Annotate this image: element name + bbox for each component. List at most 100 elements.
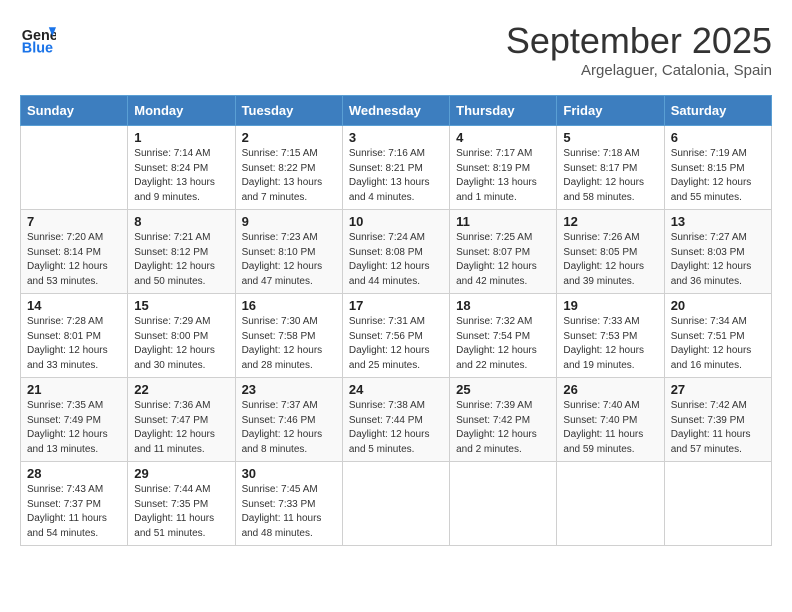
calendar-cell: 22Sunrise: 7:36 AMSunset: 7:47 PMDayligh… xyxy=(128,378,235,462)
cell-info: Sunrise: 7:31 AMSunset: 7:56 PMDaylight:… xyxy=(349,315,443,373)
day-number: 5 xyxy=(563,130,657,145)
day-number: 22 xyxy=(134,382,228,397)
calendar-cell: 27 Sunrise: 7:42 AMSunset: 7:39 PMDayligh… xyxy=(664,378,771,462)
calendar-cell: 14 Sunrise: 7:28 AMSunset: 8:01 PMDayligh… xyxy=(21,294,128,378)
location: Argelaguer, Catalonia, Spain xyxy=(506,62,772,79)
title-block: September 2025 Argelaguer, Catalonia, Sp… xyxy=(506,20,772,79)
day-number: 23 xyxy=(242,382,336,397)
calendar-cell: 4 Sunrise: 7:17 AMSunset: 8:19 PMDaylight… xyxy=(450,126,557,210)
calendar-cell: 9 Sunrise: 7:23 AMSunset: 8:10 PMDaylight… xyxy=(235,210,342,294)
calendar-cell: 8Sunrise: 7:21 AMSunset: 8:12 PMDaylight… xyxy=(128,210,235,294)
cell-info: Sunrise: 7:37 AMSunset: 7:46 PMDaylight:… xyxy=(242,399,336,457)
logo-icon: General Blue xyxy=(20,20,56,56)
weekday-header-row: SundayMondayTuesdayWednesdayThursdayFrid… xyxy=(21,96,772,126)
day-number: 18 xyxy=(456,298,550,313)
week-row-5: 28 Sunrise: 7:43 AMSunset: 7:37 PMDayligh… xyxy=(21,462,772,546)
svg-text:Blue: Blue xyxy=(22,40,53,56)
day-number: 27 xyxy=(671,382,765,397)
week-row-4: 21 Sunrise: 7:35 AMSunset: 7:49 PMDayligh… xyxy=(21,378,772,462)
day-number: 21 xyxy=(27,382,121,397)
calendar-cell: 29 Sunrise: 7:44 AMSunset: 7:35 PMDayligh… xyxy=(128,462,235,546)
calendar-cell: 28 Sunrise: 7:43 AMSunset: 7:37 PMDayligh… xyxy=(21,462,128,546)
day-number: 19 xyxy=(563,298,657,313)
cell-info: Sunrise: 7:33 AMSunset: 7:53 PMDaylight:… xyxy=(563,315,657,373)
day-number: 6 xyxy=(671,130,765,145)
calendar-cell: 30 Sunrise: 7:45 AMSunset: 7:33 PMDayligh… xyxy=(235,462,342,546)
day-number: 7 xyxy=(27,214,121,229)
cell-info: Sunrise: 7:38 AMSunset: 7:44 PMDaylight:… xyxy=(349,399,443,457)
cell-info: Sunrise: 7:14 AMSunset: 8:24 PMDaylight:… xyxy=(134,147,228,205)
calendar-cell: 1 Sunrise: 7:14 AMSunset: 8:24 PMDaylight… xyxy=(128,126,235,210)
day-number: 25 xyxy=(456,382,550,397)
calendar-cell: 11 Sunrise: 7:25 AMSunset: 8:07 PMDayligh… xyxy=(450,210,557,294)
week-row-3: 14 Sunrise: 7:28 AMSunset: 8:01 PMDayligh… xyxy=(21,294,772,378)
month-title: September 2025 xyxy=(506,20,772,62)
day-number: 17 xyxy=(349,298,443,313)
calendar-cell: 19 Sunrise: 7:33 AMSunset: 7:53 PMDayligh… xyxy=(557,294,664,378)
day-number: 9 xyxy=(242,214,336,229)
cell-info: Sunrise: 7:44 AMSunset: 7:35 PMDaylight:… xyxy=(134,483,228,541)
cell-info: Sunrise: 7:20 AMSunset: 8:14 PMDaylight:… xyxy=(27,231,121,289)
cell-info: Sunrise: 7:24 AMSunset: 8:08 PMDaylight:… xyxy=(349,231,443,289)
cell-info: Sunrise: 7:40 AMSunset: 7:40 PMDaylight:… xyxy=(563,399,657,457)
cell-info: Sunrise: 7:15 AMSunset: 8:22 PMDaylight:… xyxy=(242,147,336,205)
cell-info: Sunrise: 7:23 AMSunset: 8:10 PMDaylight:… xyxy=(242,231,336,289)
day-number: 15 xyxy=(134,298,228,313)
calendar-cell: 26 Sunrise: 7:40 AMSunset: 7:40 PMDayligh… xyxy=(557,378,664,462)
calendar-cell: 2 Sunrise: 7:15 AMSunset: 8:22 PMDaylight… xyxy=(235,126,342,210)
weekday-header-tuesday: Tuesday xyxy=(235,96,342,126)
day-number: 30 xyxy=(242,466,336,481)
cell-info: Sunrise: 7:27 AMSunset: 8:03 PMDaylight:… xyxy=(671,231,765,289)
day-number: 14 xyxy=(27,298,121,313)
cell-info: Sunrise: 7:29 AMSunset: 8:00 PMDaylight:… xyxy=(134,315,228,373)
day-number: 24 xyxy=(349,382,443,397)
day-number: 20 xyxy=(671,298,765,313)
day-number: 13 xyxy=(671,214,765,229)
day-number: 1 xyxy=(134,130,228,145)
calendar-table: SundayMondayTuesdayWednesdayThursdayFrid… xyxy=(20,95,772,546)
cell-info: Sunrise: 7:30 AMSunset: 7:58 PMDaylight:… xyxy=(242,315,336,373)
weekday-header-sunday: Sunday xyxy=(21,96,128,126)
cell-info: Sunrise: 7:17 AMSunset: 8:19 PMDaylight:… xyxy=(456,147,550,205)
cell-info: Sunrise: 7:45 AMSunset: 7:33 PMDaylight:… xyxy=(242,483,336,541)
calendar-cell xyxy=(342,462,449,546)
calendar-cell: 18 Sunrise: 7:32 AMSunset: 7:54 PMDayligh… xyxy=(450,294,557,378)
day-number: 28 xyxy=(27,466,121,481)
weekday-header-saturday: Saturday xyxy=(664,96,771,126)
calendar-cell xyxy=(664,462,771,546)
cell-info: Sunrise: 7:28 AMSunset: 8:01 PMDaylight:… xyxy=(27,315,121,373)
calendar-cell xyxy=(450,462,557,546)
calendar-cell: 25Sunrise: 7:39 AMSunset: 7:42 PMDayligh… xyxy=(450,378,557,462)
calendar-cell: 23 Sunrise: 7:37 AMSunset: 7:46 PMDayligh… xyxy=(235,378,342,462)
cell-info: Sunrise: 7:43 AMSunset: 7:37 PMDaylight:… xyxy=(27,483,121,541)
day-number: 3 xyxy=(349,130,443,145)
cell-info: Sunrise: 7:32 AMSunset: 7:54 PMDaylight:… xyxy=(456,315,550,373)
day-number: 4 xyxy=(456,130,550,145)
week-row-1: 1 Sunrise: 7:14 AMSunset: 8:24 PMDaylight… xyxy=(21,126,772,210)
calendar-cell: 12Sunrise: 7:26 AMSunset: 8:05 PMDayligh… xyxy=(557,210,664,294)
weekday-header-friday: Friday xyxy=(557,96,664,126)
cell-info: Sunrise: 7:42 AMSunset: 7:39 PMDaylight:… xyxy=(671,399,765,457)
week-row-2: 7 Sunrise: 7:20 AMSunset: 8:14 PMDaylight… xyxy=(21,210,772,294)
day-number: 26 xyxy=(563,382,657,397)
cell-info: Sunrise: 7:34 AMSunset: 7:51 PMDaylight:… xyxy=(671,315,765,373)
day-number: 2 xyxy=(242,130,336,145)
calendar-cell: 16Sunrise: 7:30 AMSunset: 7:58 PMDayligh… xyxy=(235,294,342,378)
logo: General Blue xyxy=(20,20,56,56)
cell-info: Sunrise: 7:18 AMSunset: 8:17 PMDaylight:… xyxy=(563,147,657,205)
calendar-cell: 15 Sunrise: 7:29 AMSunset: 8:00 PMDayligh… xyxy=(128,294,235,378)
day-number: 8 xyxy=(134,214,228,229)
calendar-cell: 21 Sunrise: 7:35 AMSunset: 7:49 PMDayligh… xyxy=(21,378,128,462)
calendar-cell: 6Sunrise: 7:19 AMSunset: 8:15 PMDaylight… xyxy=(664,126,771,210)
calendar-cell: 17 Sunrise: 7:31 AMSunset: 7:56 PMDayligh… xyxy=(342,294,449,378)
weekday-header-wednesday: Wednesday xyxy=(342,96,449,126)
day-number: 29 xyxy=(134,466,228,481)
calendar-cell: 13 Sunrise: 7:27 AMSunset: 8:03 PMDayligh… xyxy=(664,210,771,294)
day-number: 10 xyxy=(349,214,443,229)
day-number: 12 xyxy=(563,214,657,229)
day-number: 11 xyxy=(456,214,550,229)
calendar-cell xyxy=(557,462,664,546)
cell-info: Sunrise: 7:25 AMSunset: 8:07 PMDaylight:… xyxy=(456,231,550,289)
cell-info: Sunrise: 7:35 AMSunset: 7:49 PMDaylight:… xyxy=(27,399,121,457)
calendar-cell: 5 Sunrise: 7:18 AMSunset: 8:17 PMDaylight… xyxy=(557,126,664,210)
